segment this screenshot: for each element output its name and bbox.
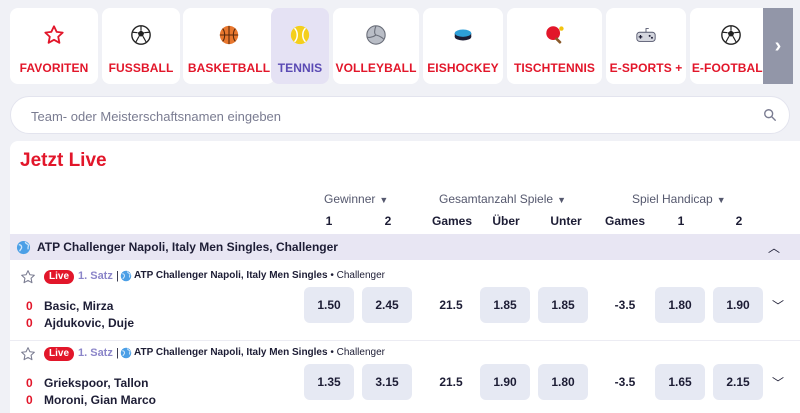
- tab-volleyball[interactable]: VOLLEYBALL: [333, 8, 419, 84]
- column-header: Games: [431, 214, 473, 228]
- star-icon: [42, 23, 66, 47]
- volleyball-icon: [364, 23, 388, 47]
- column-header: 2: [735, 214, 743, 228]
- chevron-up-icon[interactable]: ︿: [768, 239, 780, 256]
- globe-icon: [120, 347, 132, 359]
- home-team: Griekspoor, Tallon: [44, 376, 149, 390]
- market-header-handicap[interactable]: Spiel Handicap ▼: [632, 192, 726, 206]
- odd-button-winner-2[interactable]: 2.45: [362, 287, 412, 323]
- odd-button-over[interactable]: 1.90: [480, 364, 530, 400]
- odd-button-handicap-1[interactable]: 1.80: [655, 287, 705, 323]
- chevron-down-icon[interactable]: ﹀: [772, 297, 784, 314]
- odd-button-under[interactable]: 1.85: [538, 287, 588, 323]
- tab-label: E-SPORTS +: [609, 61, 683, 75]
- separator: |: [116, 347, 119, 359]
- column-header: Über: [492, 214, 520, 228]
- favorite-star-icon[interactable]: [20, 346, 36, 362]
- soccer-ball-icon: [129, 23, 153, 47]
- tab-label: FAVORITEN: [19, 61, 89, 75]
- tab-e-sports[interactable]: E-SPORTS +: [606, 8, 686, 84]
- search-input[interactable]: [31, 105, 731, 127]
- sports-tab-bar: FAVORITEN FUSSBALL BASKETBALL TENNIS VOL…: [10, 8, 800, 84]
- search-icon[interactable]: [763, 108, 777, 122]
- odd-button-handicap-2[interactable]: 1.90: [713, 287, 763, 323]
- caret-down-icon: ▼: [557, 195, 566, 205]
- ping-pong-icon: [543, 23, 567, 47]
- market-header-winner[interactable]: Gewinner ▼: [324, 192, 388, 206]
- league-header[interactable]: ATP Challenger Napoli, Italy Men Singles…: [10, 234, 800, 260]
- live-badge: Live: [44, 270, 75, 284]
- league-name: ATP Challenger Napoli, Italy Men Singles…: [37, 240, 338, 254]
- home-team: Basic, Mirza: [44, 299, 114, 313]
- chevron-right-icon: ›: [774, 34, 782, 57]
- home-score: 0: [26, 376, 33, 390]
- favorite-star-icon[interactable]: [20, 269, 36, 285]
- match-row: Live 1. Satz | ATP Challenger Napoli, It…: [10, 265, 800, 341]
- tab-label: BASKETBALL: [187, 61, 271, 75]
- soccer-ball-icon: [719, 23, 743, 47]
- column-header: Unter: [550, 214, 582, 228]
- tab-fussball[interactable]: FUSSBALL: [102, 8, 180, 84]
- separator: |: [116, 270, 119, 282]
- match-league: ATP Challenger Napoli, Italy Men Singles…: [134, 270, 385, 281]
- away-team: Ajdukovic, Duje: [44, 316, 135, 330]
- tab-e-football[interactable]: E-FOOTBALL: [690, 8, 772, 84]
- odd-button-winner-1[interactable]: 1.35: [304, 364, 354, 400]
- globe-icon: [16, 240, 31, 254]
- tab-label: VOLLEYBALL: [335, 61, 417, 75]
- tab-label: TENNIS: [277, 61, 323, 75]
- tab-label: TISCHTENNIS: [513, 61, 596, 75]
- away-score: 0: [26, 316, 33, 330]
- odd-button-handicap-2[interactable]: 2.15: [713, 364, 763, 400]
- market-header-total[interactable]: Gesamtanzahl Spiele ▼: [439, 192, 566, 206]
- home-score: 0: [26, 299, 33, 313]
- column-header: Games: [604, 214, 646, 228]
- tennis-ball-icon: [288, 23, 312, 47]
- handicap-line: -3.5: [614, 375, 636, 389]
- tab-eishockey[interactable]: EISHOCKEY: [423, 8, 503, 84]
- odd-button-winner-1[interactable]: 1.50: [304, 287, 354, 323]
- total-games-line: 21.5: [439, 298, 463, 312]
- hockey-puck-icon: [451, 23, 475, 47]
- tab-basketball[interactable]: BASKETBALL: [183, 8, 275, 84]
- away-score: 0: [26, 393, 33, 407]
- caret-down-icon: ▼: [379, 195, 389, 205]
- tab-tischtennis[interactable]: TISCHTENNIS: [507, 8, 602, 84]
- total-games-line: 21.5: [439, 375, 463, 389]
- set-label: 1. Satz: [78, 347, 113, 359]
- match-row: Live 1. Satz | ATP Challenger Napoli, It…: [10, 342, 800, 413]
- match-league: ATP Challenger Napoli, Italy Men Singles…: [134, 347, 385, 358]
- search-bar: [10, 96, 790, 134]
- tab-label: EISHOCKEY: [427, 61, 499, 75]
- chevron-down-icon[interactable]: ﹀: [772, 374, 784, 391]
- odd-button-handicap-1[interactable]: 1.65: [655, 364, 705, 400]
- scroll-right-button[interactable]: ›: [763, 8, 793, 84]
- set-label: 1. Satz: [78, 270, 113, 282]
- tab-tennis[interactable]: TENNIS: [271, 8, 329, 84]
- column-header: 1: [677, 214, 685, 228]
- live-panel: Jetzt Live Gewinner ▼ Gesamtanzahl Spiele…: [10, 141, 800, 413]
- tab-favoriten[interactable]: FAVORITEN: [10, 8, 98, 84]
- away-team: Moroni, Gian Marco: [44, 393, 157, 407]
- live-badge: Live: [44, 347, 75, 361]
- gamepad-icon: [634, 23, 658, 47]
- globe-icon: [120, 270, 132, 282]
- odd-button-over[interactable]: 1.85: [480, 287, 530, 323]
- tab-label: E-FOOTBALL: [691, 61, 771, 75]
- tab-label: FUSSBALL: [108, 61, 174, 75]
- basketball-icon: [217, 23, 241, 47]
- odd-button-under[interactable]: 1.80: [538, 364, 588, 400]
- odd-button-winner-2[interactable]: 3.15: [362, 364, 412, 400]
- caret-down-icon: ▼: [716, 195, 726, 205]
- handicap-line: -3.5: [614, 298, 636, 312]
- column-header: 1: [325, 214, 333, 228]
- column-header: 2: [384, 214, 392, 228]
- page-title: Jetzt Live: [20, 150, 107, 171]
